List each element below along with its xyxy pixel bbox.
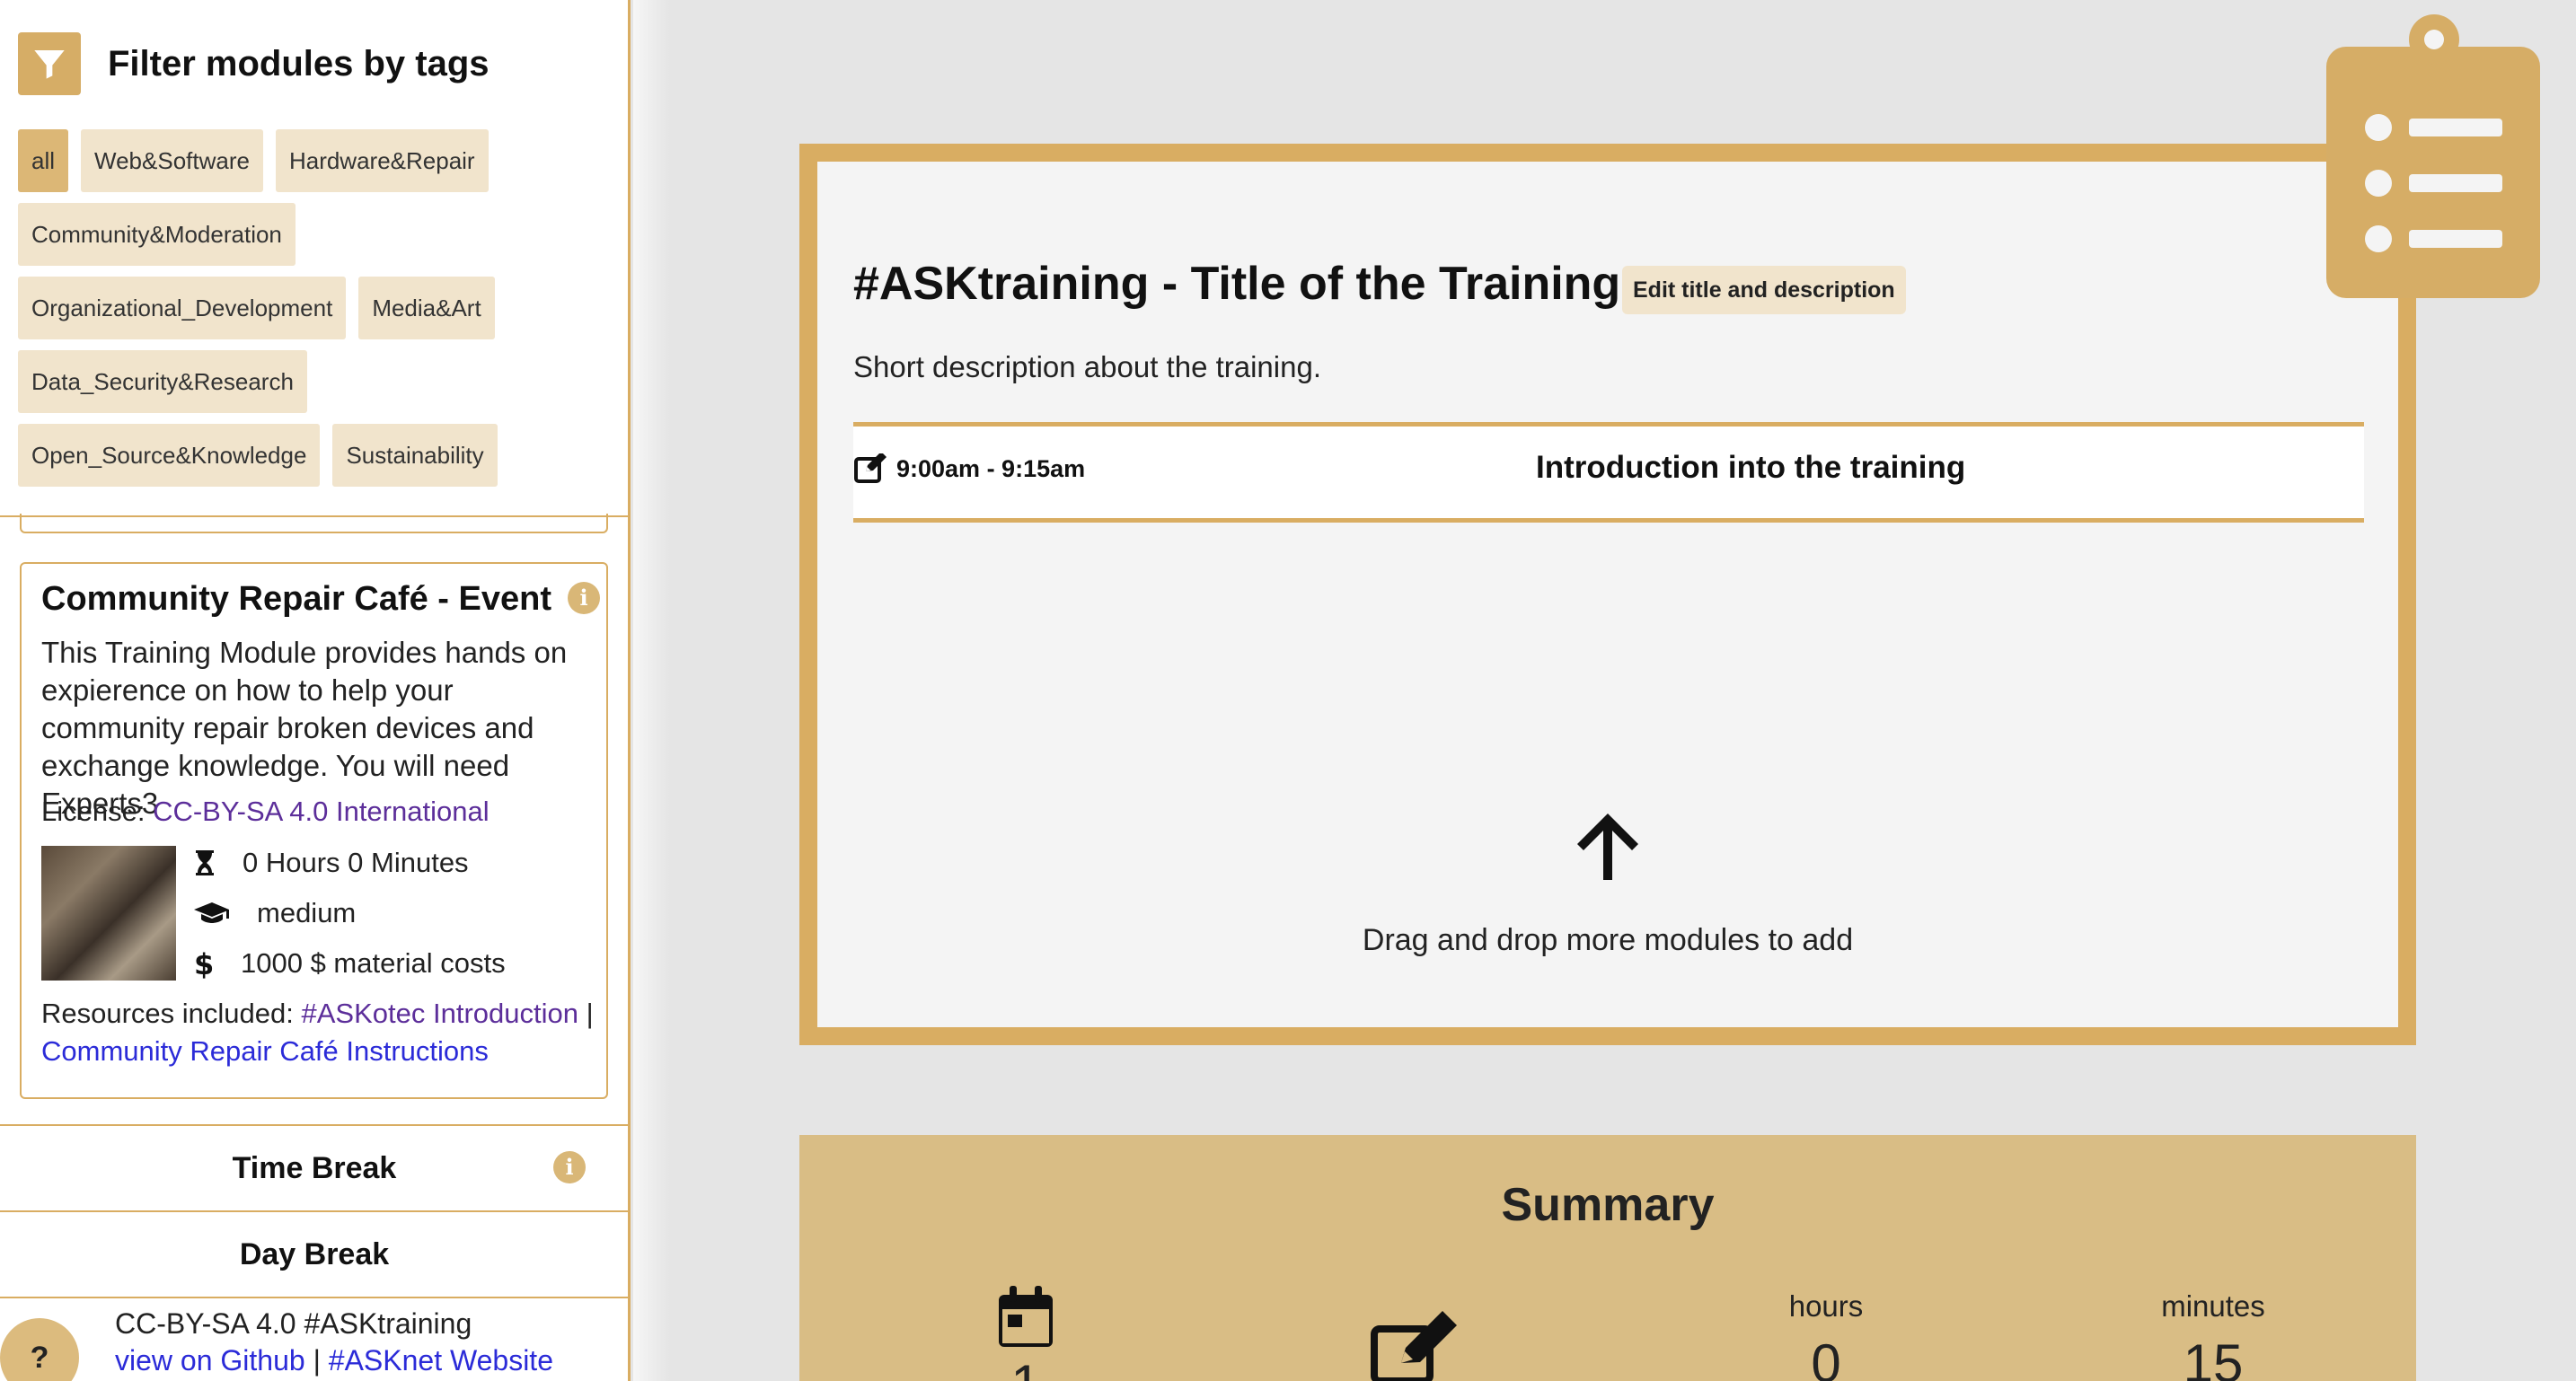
resources-separator: | bbox=[578, 998, 594, 1029]
resources-label: Resources included: bbox=[41, 998, 302, 1029]
module-description: This Training Module provides hands on e… bbox=[41, 636, 568, 820]
drop-hint: Drag and drop more modules to add bbox=[1362, 923, 1854, 957]
summary-minutes: minutes 15 bbox=[2141, 1289, 2285, 1381]
tag-web-software[interactable]: Web&Software bbox=[81, 129, 263, 192]
module-resources: Resources included: #ASKotec Introductio… bbox=[41, 995, 607, 1070]
footer-license: CC-BY-SA 4.0 #ASKtraining bbox=[115, 1307, 472, 1340]
dollar-icon: $ bbox=[194, 948, 214, 979]
time-break-module[interactable]: Time Break i bbox=[0, 1124, 628, 1210]
calendar-icon bbox=[999, 1286, 1053, 1347]
costs-text: 1000 $ material costs bbox=[241, 947, 506, 979]
arrow-up-icon bbox=[1577, 814, 1638, 880]
help-button[interactable]: ? bbox=[0, 1318, 79, 1381]
sidebar-shadow bbox=[633, 0, 669, 1381]
training-dropzone[interactable]: #ASKtraining - Title of the Training Edi… bbox=[799, 144, 2416, 1045]
duration-text: 0 Hours 0 Minutes bbox=[243, 847, 469, 878]
level-text: medium bbox=[257, 897, 357, 928]
module-level: medium bbox=[194, 897, 356, 929]
training-title: #ASKtraining - Title of the Training bbox=[853, 258, 1621, 310]
summary-days: 1 bbox=[999, 1286, 1053, 1381]
day-break-module[interactable]: Day Break bbox=[0, 1210, 628, 1297]
info-icon[interactable]: i bbox=[568, 582, 600, 614]
schedule-module-name: Introduction into the training bbox=[1536, 450, 1966, 485]
minutes-value: 15 bbox=[2183, 1333, 2244, 1381]
filter-title: Filter modules by tags bbox=[108, 43, 490, 84]
tag-media-art[interactable]: Media&Art bbox=[358, 277, 495, 339]
module-thumbnail bbox=[41, 846, 176, 981]
schedule-time: 9:00am - 9:15am bbox=[853, 453, 1085, 484]
edit-title-button[interactable]: Edit title and description bbox=[1622, 266, 1906, 314]
sidebar-footer: ? CC-BY-SA 4.0 #ASKtraining view on Gith… bbox=[0, 1297, 628, 1381]
filter-icon[interactable] bbox=[18, 32, 81, 95]
github-link[interactable]: view on Github bbox=[115, 1344, 305, 1377]
svg-text:$: $ bbox=[194, 948, 214, 979]
module-card[interactable]: Community Repair Café - Event i This Tra… bbox=[20, 562, 608, 1099]
module-duration: 0 Hours 0 Minutes bbox=[194, 847, 469, 879]
hourglass-icon bbox=[196, 850, 214, 875]
edit-icon[interactable] bbox=[1371, 1311, 1457, 1381]
summary-edit bbox=[1371, 1311, 1457, 1381]
minutes-label: minutes bbox=[2161, 1289, 2265, 1323]
tag-organizational-development[interactable]: Organizational_Development bbox=[18, 277, 347, 339]
footer-text: CC-BY-SA 4.0 #ASKtraining view on Github… bbox=[115, 1306, 553, 1379]
info-icon[interactable]: i bbox=[553, 1151, 586, 1183]
license-link[interactable]: CC-BY-SA 4.0 International bbox=[153, 796, 490, 827]
days-value: 1 bbox=[999, 1353, 1053, 1381]
filter-header: Filter modules by tags bbox=[18, 32, 490, 95]
footer-separator: | bbox=[304, 1344, 329, 1377]
tag-hardware-repair[interactable]: Hardware&Repair bbox=[275, 129, 489, 192]
hours-value: 0 bbox=[1811, 1333, 1841, 1381]
clipboard-list-icon[interactable] bbox=[2323, 13, 2544, 302]
training-description: Short description about the training. bbox=[853, 350, 1321, 383]
schedule-time-text: 9:00am - 9:15am bbox=[896, 454, 1086, 482]
sidebar: Filter modules by tags all Web&Software … bbox=[0, 0, 631, 1381]
tag-open-source-knowledge[interactable]: Open_Source&Knowledge bbox=[18, 424, 321, 487]
tag-list: all Web&Software Hardware&Repair Communi… bbox=[18, 129, 611, 487]
module-costs: $ 1000 $ material costs bbox=[194, 947, 506, 980]
day-break-label: Day Break bbox=[239, 1236, 390, 1271]
tag-sustainability[interactable]: Sustainability bbox=[332, 424, 498, 487]
previous-module-card-edge bbox=[20, 514, 608, 533]
summary-title: Summary bbox=[1501, 1179, 1715, 1231]
graduation-cap-icon bbox=[194, 902, 229, 923]
tag-data-security-research[interactable]: Data_Security&Research bbox=[18, 350, 307, 413]
resource-link-intro[interactable]: #ASKotec Introduction bbox=[302, 998, 578, 1029]
tag-all[interactable]: all bbox=[18, 129, 69, 192]
website-link[interactable]: #ASKnet Website bbox=[329, 1344, 553, 1377]
time-break-label: Time Break bbox=[232, 1150, 397, 1185]
summary-panel: Summary 1 hours 0 minutes 15 bbox=[799, 1135, 2416, 1381]
schedule-item[interactable]: 9:00am - 9:15am Introduction into the tr… bbox=[853, 422, 2364, 523]
tag-community-moderation[interactable]: Community&Moderation bbox=[18, 203, 296, 266]
hours-label: hours bbox=[1788, 1289, 1864, 1323]
license-label: License: bbox=[41, 796, 154, 827]
module-license: License: CC-BY-SA 4.0 International bbox=[41, 796, 490, 828]
resource-link-instructions[interactable]: Community Repair Café Instructions bbox=[41, 1035, 489, 1067]
summary-hours: hours 0 bbox=[1759, 1289, 1893, 1381]
edit-icon[interactable] bbox=[853, 453, 887, 484]
module-title: Community Repair Café - Event bbox=[41, 580, 551, 618]
